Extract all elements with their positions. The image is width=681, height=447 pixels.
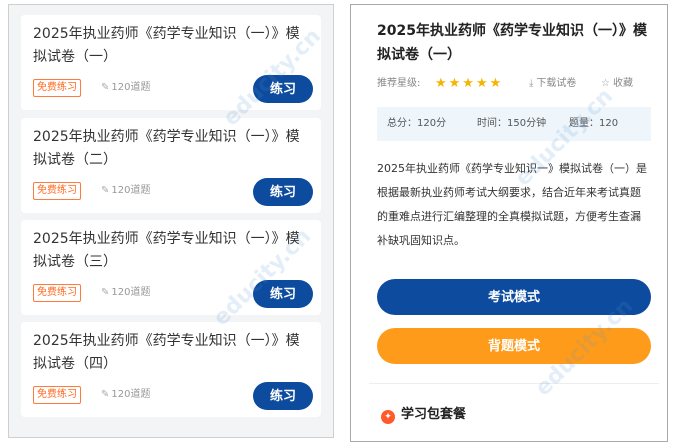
pencil-icon: ✎ <box>101 82 110 93</box>
flame-icon: ✦ <box>381 410 395 424</box>
study-package-heading[interactable]: ✦ 学习包套餐 <box>381 405 466 425</box>
free-practice-tag: 免费练习 <box>33 182 81 200</box>
rating-row: 推荐星级: ★★★★★ ⤓ 下载试卷 ☆ 收藏 <box>377 75 657 93</box>
question-count: ✎ 120道题 <box>101 285 150 301</box>
exam-card-title[interactable]: 2025年执业药师《药学专业知识（一）》模拟试卷（三） <box>33 228 303 274</box>
exam-mode-button[interactable]: 考试模式 <box>377 279 651 315</box>
practice-button[interactable]: 练习 <box>253 382 313 410</box>
practice-button[interactable]: 练习 <box>253 75 313 103</box>
pencil-icon: ✎ <box>101 389 110 400</box>
question-total: 题量：120 <box>569 118 619 129</box>
question-count: ✎ 120道题 <box>101 387 150 403</box>
download-icon: ⤓ <box>529 78 534 89</box>
question-count: ✎ 120道题 <box>101 80 150 96</box>
detail-title: 2025年执业药师《药学专业知识（一）》模拟试卷（一） <box>377 23 647 63</box>
free-practice-tag: 免费练习 <box>33 284 81 302</box>
exam-list-panel: 2025年执业药师《药学专业知识（一）》模拟试卷（一） 免费练习 ✎ 120道题 … <box>8 4 334 438</box>
exam-description: 2025年执业药师《药学专业知识一》模拟试卷（一）是根据最新执业药师考试大纲要求… <box>377 162 647 247</box>
total-score: 总分：120分 <box>387 118 447 129</box>
exam-detail-panel: 2025年执业药师《药学专业知识（一）》模拟试卷（一） 推荐星级: ★★★★★ … <box>350 4 668 442</box>
exam-card[interactable]: 2025年执业药师《药学专业知识（一）》模拟试卷（二） 免费练习 ✎ 120道题 … <box>21 118 321 213</box>
recite-mode-button[interactable]: 背题模式 <box>377 328 651 364</box>
exam-time: 时间：150分钟 <box>477 118 547 129</box>
exam-card[interactable]: 2025年执业药师《药学专业知识（一）》模拟试卷（三） 免费练习 ✎ 120道题 … <box>21 220 321 315</box>
exam-card-title[interactable]: 2025年执业药师《药学专业知识（一）》模拟试卷（四） <box>33 330 303 376</box>
exam-info-box: 总分：120分 时间：150分钟 题量：120 <box>377 107 651 141</box>
question-count: ✎ 120道题 <box>101 183 150 199</box>
exam-card[interactable]: 2025年执业药师《药学专业知识（一）》模拟试卷（一） 免费练习 ✎ 120道题 … <box>21 15 321 110</box>
exam-card[interactable]: 2025年执业药师《药学专业知识（一）》模拟试卷（四） 免费练习 ✎ 120道题 … <box>21 322 321 417</box>
rating-label: 推荐星级: <box>377 78 421 89</box>
pencil-icon: ✎ <box>101 185 110 196</box>
free-practice-tag: 免费练习 <box>33 386 81 404</box>
star-outline-icon: ☆ <box>601 78 610 89</box>
pencil-icon: ✎ <box>101 287 110 298</box>
exam-card-title[interactable]: 2025年执业药师《药学专业知识（一）》模拟试卷（一） <box>33 23 303 69</box>
practice-button[interactable]: 练习 <box>253 280 313 308</box>
free-practice-tag: 免费练习 <box>33 79 81 97</box>
favorite-link[interactable]: ☆ 收藏 <box>601 75 633 93</box>
download-link[interactable]: ⤓ 下载试卷 <box>529 75 576 93</box>
practice-button[interactable]: 练习 <box>253 178 313 206</box>
exam-card-title[interactable]: 2025年执业药师《药学专业知识（一）》模拟试卷（二） <box>33 126 303 172</box>
rating-stars: ★★★★★ <box>435 76 504 91</box>
